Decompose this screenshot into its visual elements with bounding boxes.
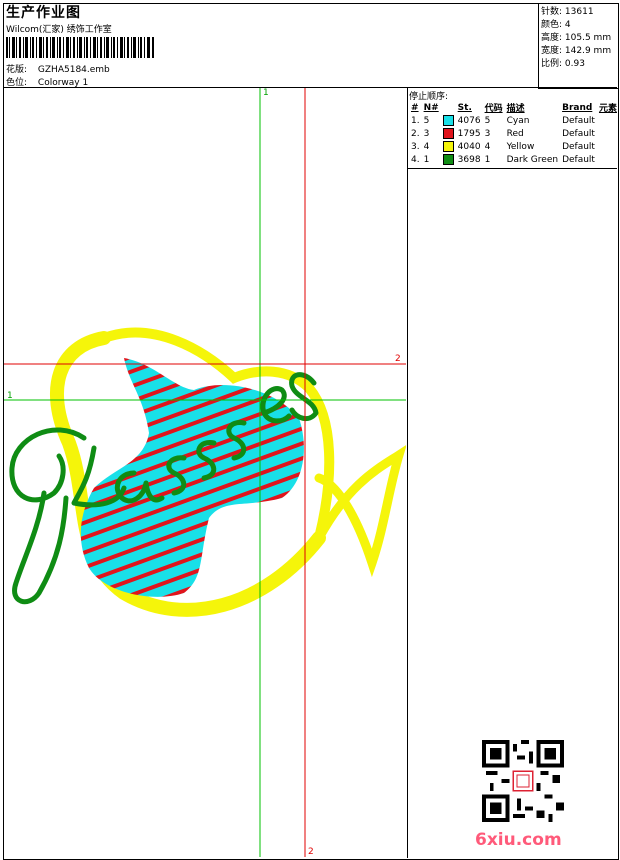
table-divider [407, 168, 617, 169]
watermark-text: 6xiu.com [475, 830, 562, 850]
stat-colors: 颜色: 4 [541, 20, 571, 30]
col-element: 元素 [598, 104, 617, 114]
guide-label-v2: 2 [308, 847, 314, 857]
colorway-label: 色位: [6, 78, 28, 88]
col-index: # [411, 102, 419, 113]
row-needle: 3 [423, 128, 430, 139]
stat-stitches: 针数: 13611 [541, 7, 594, 17]
row-brand: Default [562, 115, 595, 126]
row-brand: Default [562, 128, 595, 139]
col-needle: N# [423, 102, 439, 113]
guide-label-v1: 1 [263, 88, 269, 98]
stat-scale: 比例: 0.93 [541, 59, 585, 69]
row-element [597, 127, 619, 140]
color-swatch [442, 115, 454, 126]
row-element [597, 114, 619, 127]
col-description: 描述 [506, 104, 525, 114]
col-stitches: St. [457, 102, 472, 113]
row-brand: Default [562, 154, 595, 165]
stop-sequence-table: # N# St. 代码 描述 Brand 元素 1. 5 4076 5 Cyan Defa… [409, 101, 619, 166]
row-swatch [441, 140, 456, 153]
col-code: 代码 [484, 104, 503, 114]
row-index: 1. [411, 115, 420, 126]
row-code: 4 [484, 141, 491, 152]
row-needle: 5 [423, 115, 430, 126]
row-element [597, 153, 619, 166]
row-stitches: 4076 [457, 115, 481, 126]
colorway-value: Colorway 1 [37, 78, 89, 88]
table-row: 3. 4 4040 4 Yellow Default [409, 140, 619, 153]
row-needle: 4 [423, 141, 430, 152]
row-needle: 1 [423, 154, 430, 165]
row-stitches: 1795 [457, 128, 481, 139]
row-description: Yellow [506, 141, 535, 152]
stat-width: 宽度: 142.9 mm [541, 46, 612, 56]
table-row: 2. 3 1795 3 Red Default [409, 127, 619, 140]
colorway-row: 色位: Colorway 1 [6, 75, 88, 88]
stat-height: 高度: 105.5 mm [541, 33, 612, 43]
design-value: GZHA5184.emb [37, 65, 110, 75]
company-name: Wilcom(汇家) 绣饰工作室 [6, 25, 112, 35]
row-description: Red [506, 128, 524, 139]
page-title: 生产作业图 [6, 5, 81, 21]
row-index: 3. [411, 141, 420, 152]
row-element [597, 140, 619, 153]
row-swatch [441, 153, 456, 166]
design-file-row: 花版: GZHA5184.emb [6, 62, 110, 75]
row-stitches: 4040 [457, 141, 481, 152]
barcode-image [6, 37, 154, 58]
row-swatch [441, 127, 456, 140]
row-index: 2. [411, 128, 420, 139]
stats-list: 针数: 13611 颜色: 4 高度: 105.5 mm 宽度: 142.9 m… [541, 6, 611, 71]
row-code: 1 [484, 154, 491, 165]
color-swatch [442, 128, 454, 139]
qr-code-image [482, 740, 564, 822]
color-swatch [442, 141, 454, 152]
row-description: Cyan [506, 115, 530, 126]
col-brand: Brand [562, 102, 593, 113]
table-header: # N# St. 代码 描述 Brand 元素 [409, 101, 619, 115]
row-description: Dark Green [506, 154, 559, 165]
design-label: 花版: [6, 65, 28, 75]
row-swatch [441, 114, 456, 127]
row-stitches: 3698 [457, 154, 481, 165]
row-brand: Default [562, 141, 595, 152]
table-row: 4. 1 3698 1 Dark Green Default [409, 153, 619, 166]
guide-label-h2: 2 [395, 354, 401, 364]
guide-label-h1: 1 [7, 391, 13, 401]
row-code: 5 [484, 115, 491, 126]
color-swatch [442, 154, 454, 165]
row-index: 4. [411, 154, 420, 165]
row-code: 3 [484, 128, 491, 139]
table-row: 1. 5 4076 5 Cyan Default [409, 114, 619, 127]
design-canvas [4, 88, 406, 857]
col-swatch [441, 101, 456, 114]
